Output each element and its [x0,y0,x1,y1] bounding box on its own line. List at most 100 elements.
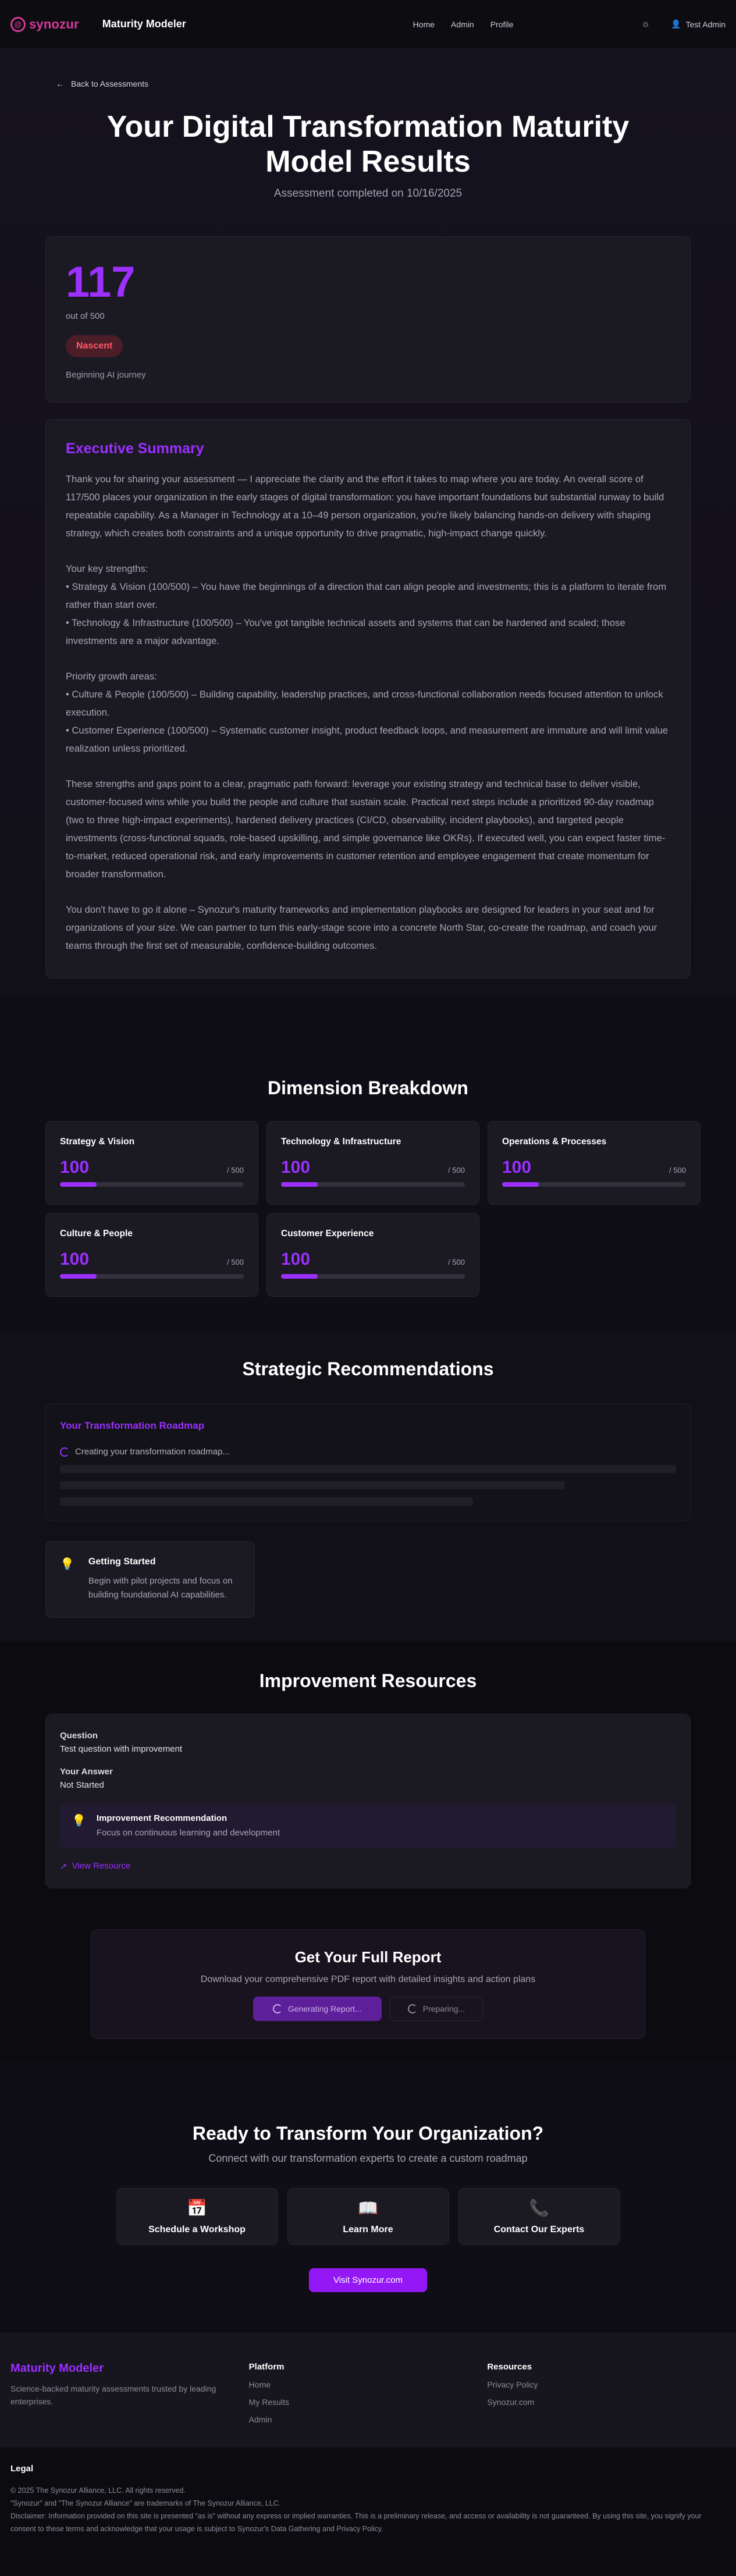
theme-toggle-icon[interactable]: ☼ [641,19,650,30]
logo-text: synozur [29,16,79,31]
contact-experts-button[interactable]: 📞 Contact Our Experts [458,2188,620,2245]
cta-section: Ready to Transform Your Organization? Co… [0,2062,736,2333]
logo-icon: @ [10,16,26,32]
dimension-max: / 500 [227,1166,244,1175]
cta-title: Ready to Transform Your Organization? [192,2123,544,2144]
skeleton-line [60,1497,473,1506]
nav-admin[interactable]: Admin [451,20,474,29]
roadmap-loading: Creating your transformation roadmap... [60,1447,676,1457]
dimension-score: 100 [60,1250,90,1269]
score-card: 117 out of 500 Nascent Beginning AI jour… [45,236,691,403]
skeleton-line [60,1481,566,1489]
arrow-left-icon: ← [56,79,64,88]
skeleton-line [60,1465,676,1473]
lightbulb-icon: 💡 [72,1814,86,1827]
back-to-assessments-link[interactable]: ← Back to Assessments [0,49,736,88]
dimension-card: Strategy & Vision 100 / 500 [45,1121,258,1205]
footer-link-home[interactable]: Home [249,2380,488,2389]
resource-card: Question Test question with improvement … [45,1714,691,1888]
user-menu[interactable]: 👤 Test Admin [671,19,726,29]
score-max: out of 500 [66,311,105,321]
dimension-progress-bar [60,1182,244,1187]
dimension-card: Customer Experience 100 / 500 [266,1213,479,1297]
strategic-recommendations: Strategic Recommendations Your Transform… [0,1333,736,1642]
report-subtitle: Download your comprehensive PDF report w… [200,1974,536,1984]
cta-label: Learn More [343,2224,393,2235]
footer-link-synozur[interactable]: Synozur.com [487,2397,726,2407]
dimension-card: Culture & People 100 / 500 [45,1213,258,1297]
overall-score: 117 [66,258,136,306]
footer-link-privacy[interactable]: Privacy Policy [487,2380,726,2389]
app-title: Maturity Modeler [102,18,186,30]
dimension-progress-bar [281,1182,465,1187]
dimension-progress-bar [502,1182,686,1187]
legal-title: Legal [10,2464,34,2474]
footer-resources-heading: Resources [487,2362,532,2372]
dimension-max: / 500 [227,1258,244,1266]
preparing-button[interactable]: Preparing... [389,1997,483,2021]
summary-paragraph: You don't have to go it alone – Synozur'… [66,904,657,951]
question-text: Test question with improvement [60,1744,183,1754]
logo[interactable]: @ synozur [10,16,79,32]
recommendation-text: Focus on continuous learning and develop… [96,1828,280,1838]
completion-date: Assessment completed on 10/16/2025 [273,187,463,200]
roadmap-loading-text: Creating your transformation roadmap... [75,1447,230,1457]
spinner-icon [60,1447,69,1457]
getting-started-text: Begin with pilot projects and focus on b… [88,1576,233,1600]
executive-summary: Executive Summary Thank you for sharing … [45,419,691,979]
recommendation-title: Improvement Recommendation [96,1813,227,1823]
calendar-icon: 📅 [187,2198,207,2217]
dimension-progress-bar [281,1274,465,1279]
dimension-progress-fill [60,1182,97,1187]
phone-icon: 📞 [529,2198,549,2217]
improvement-resources: Improvement Resources Question Test ques… [0,1642,736,2062]
executive-summary-title: Executive Summary [66,440,204,457]
footer-link-admin[interactable]: Admin [249,2415,488,2424]
user-name: Test Admin [685,19,726,29]
dimension-score: 100 [502,1158,532,1177]
maturity-description: Beginning AI journey [66,370,146,380]
getting-started-title: Getting Started [88,1557,156,1567]
dimension-name: Technology & Infrastructure [281,1137,401,1147]
dimension-progress-fill [281,1182,318,1187]
back-label: Back to Assessments [71,79,149,88]
dimension-breakdown: Dimension Breakdown Strategy & Vision 100… [0,996,736,1333]
lightbulb-icon: 💡 [60,1558,74,1571]
dimension-score: 100 [281,1158,311,1177]
external-link-icon: ↗ [60,1862,67,1871]
copyright: © 2025 The Synozur Alliance, LLC. All ri… [10,2486,186,2495]
nav-profile[interactable]: Profile [490,20,514,29]
resources-title: Improvement Resources [259,1670,477,1691]
generating-report-button[interactable]: Generating Report... [253,1997,382,2021]
preparing-label: Preparing... [422,2004,465,2013]
roadmap-title: Your Transformation Roadmap [60,1420,205,1431]
visit-synozur-button[interactable]: Visit Synozur.com [309,2268,427,2292]
user-icon: 👤 [671,19,681,29]
full-report-card: Get Your Full Report Download your compr… [91,1929,645,2039]
spinner-icon [407,2004,417,2013]
hero-section: ← Back to Assessments Your Digital Trans… [0,49,736,996]
schedule-workshop-button[interactable]: 📅 Schedule a Workshop [116,2188,278,2245]
book-icon: 📖 [358,2198,378,2217]
summary-paragraph: Your key strengths: • Strategy & Vision … [66,563,667,646]
summary-paragraph: Thank you for sharing your assessment — … [66,474,664,539]
dimension-max: / 500 [448,1258,465,1266]
dimension-score: 100 [60,1158,90,1177]
footer: Maturity Modeler Science-backed maturity… [0,2333,736,2447]
page-title: Your Digital Transformation Maturity Mod… [106,110,630,179]
dimension-breakdown-title: Dimension Breakdown [268,1077,468,1098]
view-resource-link[interactable]: ↗ View Resource [60,1861,676,1871]
dimension-card: Operations & Processes 100 / 500 [488,1121,701,1205]
trademark: "Synozur" and "The Synozur Alliance" are… [10,2499,281,2507]
dimension-progress-fill [281,1274,318,1279]
footer-link-my-results[interactable]: My Results [249,2397,488,2407]
learn-more-button[interactable]: 📖 Learn More [287,2188,449,2245]
nav-home[interactable]: Home [413,20,435,29]
cta-subtitle: Connect with our transformation experts … [208,2152,528,2164]
summary-paragraph: These strengths and gaps point to a clea… [66,778,666,880]
legal-section: Legal © 2025 The Synozur Alliance, LLC. … [0,2447,736,2576]
question-label: Question [60,1731,98,1741]
spinner-icon [272,2004,282,2013]
dimension-max: / 500 [669,1166,686,1175]
maturity-level-badge: Nascent [66,335,123,357]
